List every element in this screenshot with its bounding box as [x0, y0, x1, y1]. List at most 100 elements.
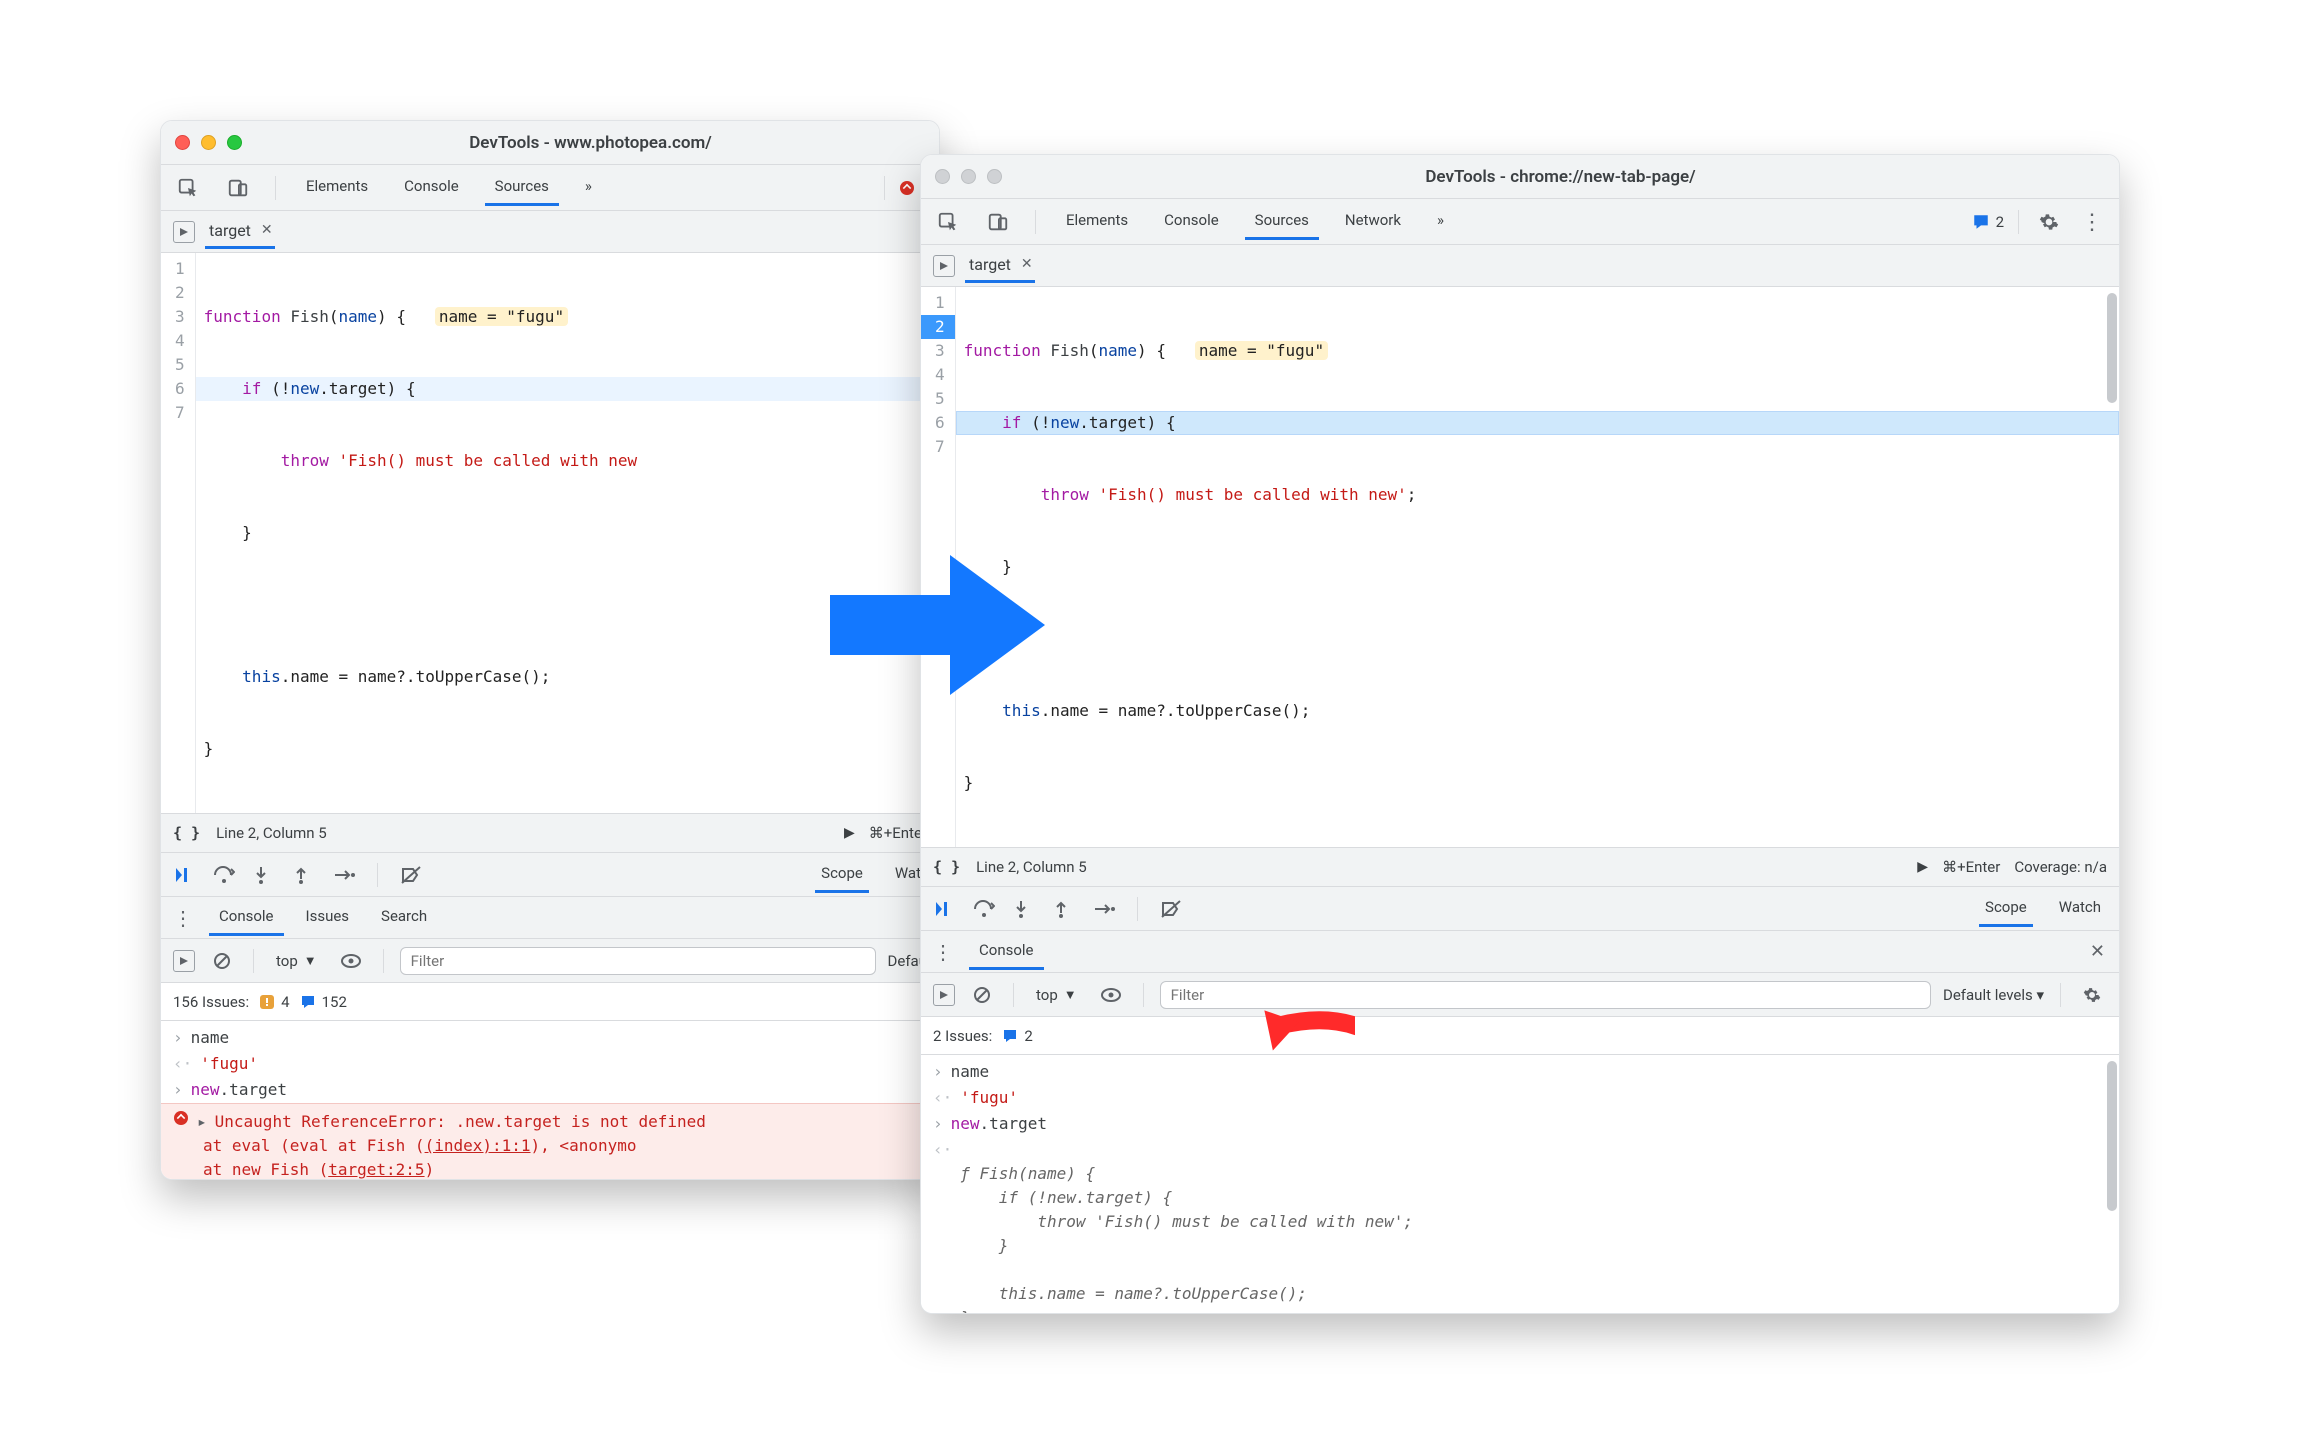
filter-input[interactable] — [1160, 981, 1931, 1009]
close-icon[interactable] — [175, 135, 190, 150]
sidebar-toggle-icon[interactable] — [933, 984, 955, 1006]
tab-sources[interactable]: Sources — [1245, 203, 1319, 240]
log-levels[interactable]: Default levels ▾ — [1943, 986, 2044, 1004]
line-gutter: 1234567 — [161, 253, 196, 813]
scrollbar-thumb[interactable] — [2107, 293, 2117, 403]
tab-scope[interactable]: Scope — [815, 856, 869, 893]
code-editor[interactable]: 1234567 function Fish(name) { name = "fu… — [921, 287, 2119, 847]
editor-status: { } Line 2, Column 5 ▶ ⌘+Enter Coverage:… — [921, 847, 2119, 887]
tab-elements[interactable]: Elements — [296, 169, 378, 206]
drawer-tabs: ⋮ Console Issues Search — [161, 897, 939, 939]
deactivate-breakpoints-icon[interactable] — [1160, 899, 1182, 919]
info-chip[interactable]: 152 — [300, 993, 347, 1011]
separator — [1013, 983, 1014, 1007]
close-icon[interactable]: ✕ — [1021, 256, 1033, 272]
trace-link[interactable]: target:2:5 — [328, 1160, 424, 1179]
tab-drawer-console[interactable]: Console — [969, 933, 1044, 970]
navigator-icon[interactable] — [173, 221, 195, 243]
pretty-print-icon[interactable]: { } — [173, 824, 200, 842]
step-into-icon[interactable] — [253, 865, 275, 885]
step-out-icon[interactable] — [293, 865, 315, 885]
step-icon[interactable] — [333, 867, 355, 883]
cursor-position: Line 2, Column 5 — [216, 824, 327, 842]
kebab-icon[interactable]: ⋮ — [2075, 203, 2109, 241]
code-content[interactable]: function Fish(name) { name = "fugu" if (… — [196, 253, 939, 813]
resume-icon[interactable] — [173, 866, 195, 884]
debug-toolbar: Scope Wat — [161, 853, 939, 897]
filter-input[interactable] — [400, 947, 876, 975]
close-icon[interactable]: ✕ — [261, 222, 273, 238]
tab-drawer-search[interactable]: Search — [371, 899, 437, 936]
tab-drawer-console[interactable]: Console — [209, 899, 284, 936]
tab-drawer-issues[interactable]: Issues — [296, 899, 360, 936]
device-toggle-icon[interactable] — [221, 171, 255, 205]
clear-console-icon[interactable] — [207, 946, 237, 976]
step-out-icon[interactable] — [1053, 899, 1075, 919]
issues-total: 156 Issues: — [173, 993, 249, 1011]
context-selector[interactable]: top ▼ — [1030, 985, 1083, 1005]
close-icon[interactable] — [935, 169, 950, 184]
scrollbar-thumb[interactable] — [2107, 1061, 2117, 1211]
deactivate-breakpoints-icon[interactable] — [400, 865, 422, 885]
minimize-icon[interactable] — [201, 135, 216, 150]
context-selector[interactable]: top ▼ — [270, 951, 323, 971]
file-tab-label: target — [207, 221, 253, 240]
tab-console[interactable]: Console — [1154, 203, 1229, 240]
warning-chip[interactable]: 4 — [259, 993, 289, 1011]
tab-overflow[interactable]: » — [575, 169, 602, 206]
file-tab-target[interactable]: target ✕ — [205, 215, 275, 249]
step-over-icon[interactable] — [213, 865, 235, 885]
inline-value-pill: name = "fugu" — [435, 307, 568, 326]
run-shortcut: ⌘+Enter — [869, 824, 927, 842]
console-output[interactable]: ›name ‹·'fugu' ›new.target ‹· ƒ Fish(nam… — [921, 1055, 2119, 1313]
settings-icon[interactable] — [2033, 206, 2065, 238]
trace-link[interactable]: (index):1:1 — [425, 1136, 531, 1155]
separator — [2060, 983, 2061, 1007]
devtools-window-right: DevTools - chrome://new-tab-page/ Elemen… — [920, 154, 2120, 1314]
info-badge[interactable]: 2 — [1972, 213, 2004, 231]
kebab-icon[interactable]: ⋮ — [169, 906, 197, 930]
play-icon[interactable]: ▶ — [844, 825, 855, 841]
tab-overflow[interactable]: » — [1427, 203, 1454, 240]
inspect-icon[interactable] — [931, 205, 965, 239]
tab-network[interactable]: Network — [1335, 203, 1411, 240]
main-tabs: Elements Console Sources » 1 — [161, 165, 939, 211]
issues-bar[interactable]: 2 Issues: 2 — [921, 1017, 2119, 1055]
kebab-icon[interactable]: ⋮ — [929, 940, 957, 964]
file-tab-target[interactable]: target ✕ — [965, 249, 1035, 283]
navigator-icon[interactable] — [933, 255, 955, 277]
zoom-icon[interactable] — [987, 169, 1002, 184]
info-count: 2 — [1024, 1027, 1032, 1045]
step-into-icon[interactable] — [1013, 899, 1035, 919]
warning-count: 4 — [281, 993, 289, 1011]
inline-value-pill: name = "fugu" — [1195, 341, 1328, 360]
device-toggle-icon[interactable] — [981, 205, 1015, 239]
minimize-icon[interactable] — [961, 169, 976, 184]
live-expression-icon[interactable] — [1095, 982, 1127, 1008]
clear-console-icon[interactable] — [967, 980, 997, 1010]
console-output[interactable]: ›name ‹·'fugu' ›new.target ▸ Uncaught Re… — [161, 1021, 939, 1179]
close-icon[interactable]: ✕ — [2090, 941, 2111, 962]
code-content[interactable]: function Fish(name) { name = "fugu" if (… — [956, 287, 2119, 847]
prompt-in-icon: › — [173, 1026, 183, 1050]
step-icon[interactable] — [1093, 901, 1115, 917]
inspect-icon[interactable] — [171, 171, 205, 205]
live-expression-icon[interactable] — [335, 948, 367, 974]
drawer-tabs: ⋮ Console ✕ — [921, 931, 2119, 973]
info-chip[interactable]: 2 — [1002, 1027, 1032, 1045]
tab-watch[interactable]: Watch — [2053, 890, 2107, 927]
zoom-icon[interactable] — [227, 135, 242, 150]
sidebar-toggle-icon[interactable] — [173, 950, 195, 972]
tab-elements[interactable]: Elements — [1056, 203, 1138, 240]
code-editor[interactable]: 1234567 function Fish(name) { name = "fu… — [161, 253, 939, 813]
issues-bar[interactable]: 156 Issues: 4 152 — [161, 983, 939, 1021]
file-tabs: target ✕ — [921, 245, 2119, 287]
pretty-print-icon[interactable]: { } — [933, 858, 960, 876]
tab-scope[interactable]: Scope — [1979, 890, 2033, 927]
resume-icon[interactable] — [933, 900, 955, 918]
tab-sources[interactable]: Sources — [485, 169, 559, 206]
play-icon[interactable]: ▶ — [1917, 859, 1928, 875]
settings-icon[interactable] — [2077, 980, 2107, 1010]
step-over-icon[interactable] — [973, 899, 995, 919]
tab-console[interactable]: Console — [394, 169, 469, 206]
